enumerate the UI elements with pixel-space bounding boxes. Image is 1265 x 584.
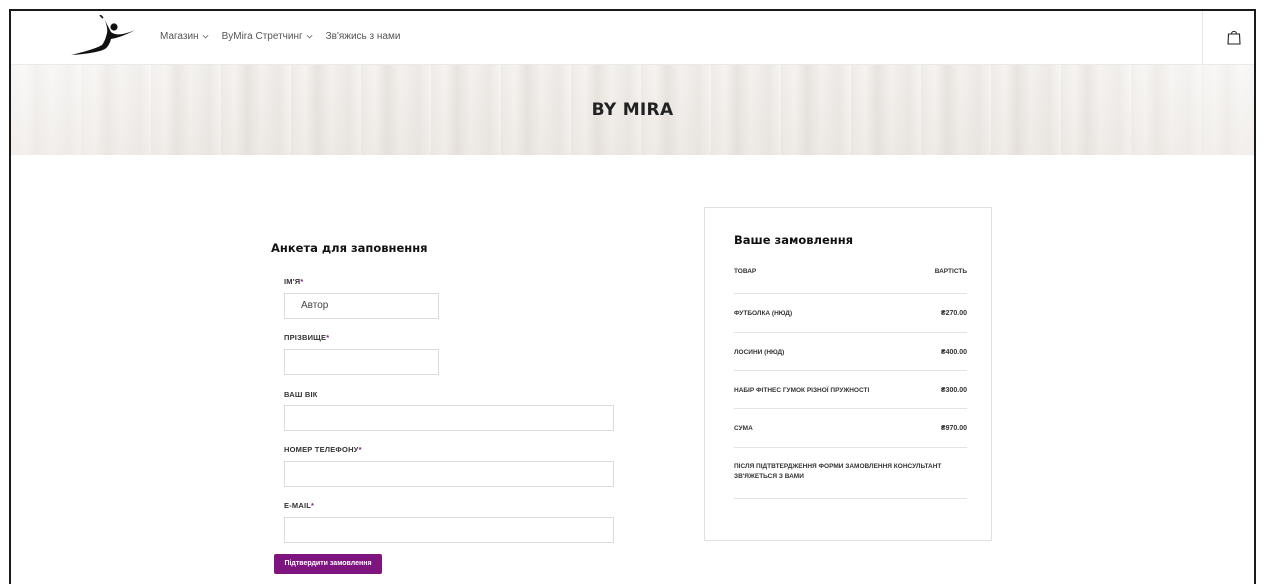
item-name: ЛОСИНИ (НЮД) — [734, 348, 785, 356]
item-name: ФУТБОЛКА (НЮД) — [734, 309, 793, 317]
order-table-header: ТОВАР ВАРТІСТЬ — [734, 268, 967, 275]
order-item: НАБІР ФІТНЕС ГУМОК РІЗНОЇ ПРУЖНОСТІ ₴300… — [734, 370, 967, 409]
site-header: Магазин ByMira Стретчинг Зв'яжись з нами — [11, 11, 1254, 65]
phone-label: НОМЕР ТЕЛЕФОНУ* — [284, 445, 362, 454]
form-title: Анкета для заповнення — [271, 241, 428, 255]
nav-contact[interactable]: Зв'яжись з нами — [326, 31, 401, 42]
total-label: СУМА — [734, 424, 753, 432]
last-name-label: ПРІЗВИЩЕ* — [284, 333, 330, 342]
main-nav: Магазин ByMira Стретчинг Зв'яжись з нами — [160, 31, 400, 42]
item-price: ₴300.00 — [940, 386, 967, 394]
order-total-row: СУМА ₴970.00 — [734, 408, 967, 447]
chevron-down-icon — [202, 34, 209, 39]
item-price: ₴400.00 — [940, 348, 967, 356]
nav-shop[interactable]: Магазин — [160, 31, 210, 42]
age-field[interactable] — [284, 405, 614, 431]
order-note: ПІСЛЯ ПІДТВТЕРДЖЕННЯ ФОРМИ ЗАМОВЛЕННЯ КО… — [734, 447, 967, 499]
order-summary: Ваше замовлення ТОВАР ВАРТІСТЬ ФУТБОЛКА … — [704, 207, 992, 541]
page-frame: Магазин ByMira Стретчинг Зв'яжись з нами… — [9, 9, 1256, 584]
order-title: Ваше замовлення — [734, 233, 854, 247]
first-name-label: ІМ'Я* — [284, 277, 304, 286]
hero-banner: BY MIRA — [11, 65, 1254, 155]
nav-stretching[interactable]: ByMira Стретчинг — [222, 31, 314, 42]
header-divider — [1202, 11, 1203, 65]
phone-field[interactable] — [284, 461, 614, 487]
price-column-header: ВАРТІСТЬ — [934, 268, 967, 275]
email-label: E-MAIL* — [284, 501, 315, 510]
item-name: НАБІР ФІТНЕС ГУМОК РІЗНОЇ ПРУЖНОСТІ — [734, 386, 870, 394]
confirm-order-button[interactable]: Підтвердити замовлення — [274, 554, 382, 574]
nav-shop-label: Магазин — [160, 31, 199, 42]
page-title: BY MIRA — [591, 100, 674, 120]
age-label: ВАШ ВІК — [284, 390, 318, 399]
last-name-field[interactable] — [284, 349, 439, 375]
email-field[interactable] — [284, 517, 614, 543]
product-column-header: ТОВАР — [734, 268, 757, 275]
first-name-field[interactable]: Автор — [284, 293, 439, 319]
dancer-logo-icon[interactable] — [69, 15, 139, 59]
item-price: ₴270.00 — [940, 309, 967, 317]
nav-contact-label: Зв'яжись з нами — [325, 31, 401, 42]
total-value: ₴970.00 — [940, 424, 967, 432]
chevron-down-icon — [306, 34, 313, 39]
order-item: ЛОСИНИ (НЮД) ₴400.00 — [734, 332, 967, 371]
shopping-bag-icon[interactable] — [1227, 29, 1241, 45]
nav-stretching-label: ByMira Стретчинг — [221, 31, 303, 42]
order-item: ФУТБОЛКА (НЮД) ₴270.00 — [734, 293, 967, 332]
